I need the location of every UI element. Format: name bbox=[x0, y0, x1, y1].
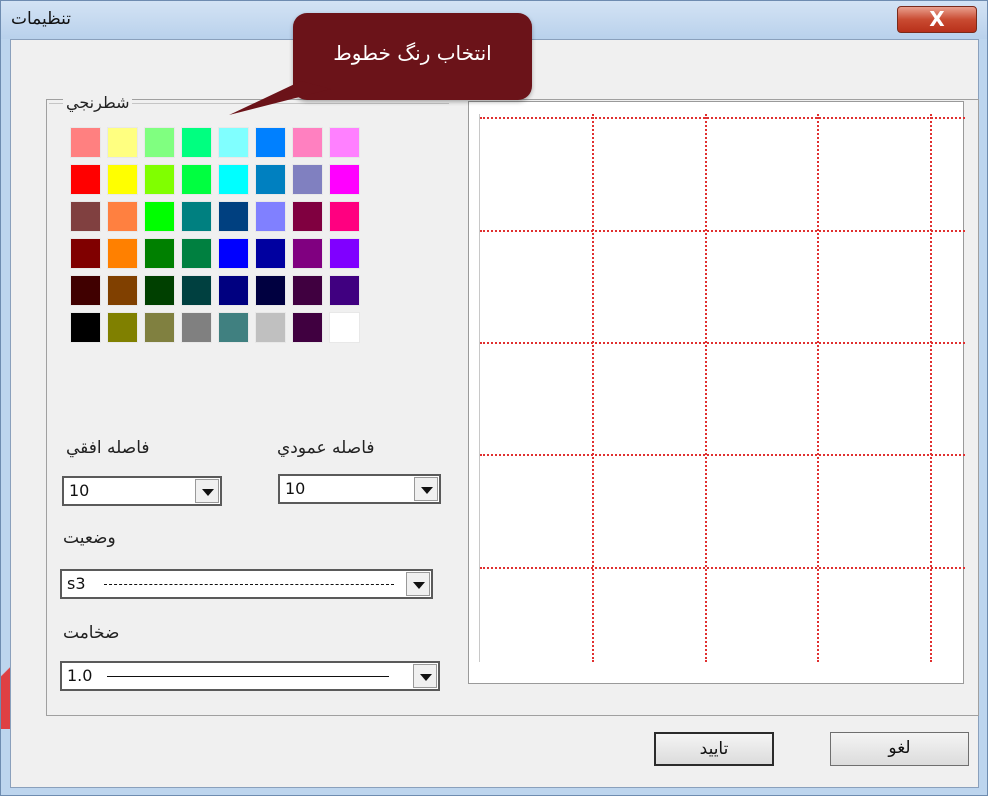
color-swatch[interactable] bbox=[218, 127, 249, 158]
settings-dialog: تنظیمات X شطرنجي فاصله افقي 10 فاصله عمو… bbox=[0, 0, 988, 796]
color-swatch[interactable] bbox=[292, 201, 323, 232]
color-swatch[interactable] bbox=[70, 127, 101, 158]
callout-text: انتخاب رنگ خطوط bbox=[333, 41, 492, 65]
thickness-label: ضخامت bbox=[63, 623, 120, 643]
color-swatch[interactable] bbox=[181, 201, 212, 232]
color-swatch[interactable] bbox=[218, 201, 249, 232]
grid-line-horizontal bbox=[480, 230, 965, 232]
callout-tooltip: انتخاب رنگ خطوط bbox=[293, 13, 532, 100]
color-swatch[interactable] bbox=[70, 275, 101, 306]
color-swatch[interactable] bbox=[292, 127, 323, 158]
close-button[interactable]: X bbox=[897, 6, 977, 33]
color-swatch[interactable] bbox=[70, 238, 101, 269]
color-swatch[interactable] bbox=[255, 275, 286, 306]
color-swatch[interactable] bbox=[107, 312, 138, 343]
horizontal-spacing-label: فاصله افقي bbox=[66, 438, 150, 458]
color-swatch[interactable] bbox=[144, 238, 175, 269]
vertical-spacing-select[interactable]: 10 bbox=[278, 474, 441, 504]
color-swatch[interactable] bbox=[218, 312, 249, 343]
color-swatch[interactable] bbox=[107, 275, 138, 306]
dashed-line-preview bbox=[104, 584, 394, 585]
chevron-down-icon bbox=[420, 674, 432, 681]
chevron-down-icon bbox=[413, 582, 425, 589]
color-swatch[interactable] bbox=[218, 275, 249, 306]
thickness-dropdown-button[interactable] bbox=[413, 664, 437, 688]
grid-line-vertical bbox=[817, 114, 819, 662]
color-swatch[interactable] bbox=[70, 201, 101, 232]
color-swatch[interactable] bbox=[144, 275, 175, 306]
horizontal-spacing-dropdown-button[interactable] bbox=[195, 479, 219, 503]
status-label: وضعيت bbox=[63, 528, 116, 548]
confirm-button[interactable]: تایید bbox=[654, 732, 774, 766]
color-swatch[interactable] bbox=[144, 312, 175, 343]
color-swatch[interactable] bbox=[329, 164, 360, 195]
color-swatch[interactable] bbox=[329, 127, 360, 158]
color-swatch[interactable] bbox=[107, 164, 138, 195]
grid-line-horizontal bbox=[480, 567, 965, 569]
grid-line-vertical bbox=[592, 114, 594, 662]
window-title: تنظیمات bbox=[11, 9, 71, 29]
color-swatch[interactable] bbox=[107, 238, 138, 269]
color-swatch[interactable] bbox=[181, 238, 212, 269]
status-select[interactable]: s3 bbox=[60, 569, 433, 599]
solid-line-preview bbox=[107, 676, 389, 677]
close-icon: X bbox=[929, 7, 945, 31]
color-swatch[interactable] bbox=[329, 201, 360, 232]
color-swatch[interactable] bbox=[181, 312, 212, 343]
color-swatch[interactable] bbox=[144, 201, 175, 232]
color-swatch[interactable] bbox=[255, 127, 286, 158]
color-swatch[interactable] bbox=[144, 127, 175, 158]
grid-line-horizontal bbox=[480, 342, 965, 344]
color-swatch[interactable] bbox=[181, 164, 212, 195]
vertical-spacing-dropdown-button[interactable] bbox=[414, 477, 438, 501]
horizontal-spacing-select[interactable]: 10 bbox=[62, 476, 222, 506]
grid-preview bbox=[479, 114, 965, 662]
color-swatch[interactable] bbox=[329, 312, 360, 343]
grid-line-vertical bbox=[705, 114, 707, 662]
color-swatch[interactable] bbox=[255, 164, 286, 195]
status-dropdown-button[interactable] bbox=[406, 572, 430, 596]
color-swatch[interactable] bbox=[107, 201, 138, 232]
grid-line-horizontal bbox=[480, 117, 965, 119]
vertical-spacing-value: 10 bbox=[285, 479, 306, 498]
color-group-label: شطرنجي bbox=[63, 93, 133, 112]
color-swatch[interactable] bbox=[292, 238, 323, 269]
chevron-down-icon bbox=[202, 489, 214, 496]
color-swatch[interactable] bbox=[255, 238, 286, 269]
status-value: s3 bbox=[67, 574, 86, 593]
color-swatch[interactable] bbox=[218, 164, 249, 195]
color-swatch[interactable] bbox=[292, 164, 323, 195]
color-swatch[interactable] bbox=[70, 312, 101, 343]
color-swatch[interactable] bbox=[329, 238, 360, 269]
chevron-down-icon bbox=[421, 487, 433, 494]
thickness-value: 1.0 bbox=[67, 666, 93, 685]
color-swatch[interactable] bbox=[181, 275, 212, 306]
grid-line-horizontal bbox=[480, 454, 965, 456]
color-swatch[interactable] bbox=[255, 312, 286, 343]
thickness-select[interactable]: 1.0 bbox=[60, 661, 440, 691]
color-swatch[interactable] bbox=[107, 127, 138, 158]
color-swatch[interactable] bbox=[70, 164, 101, 195]
color-swatch[interactable] bbox=[255, 201, 286, 232]
grid-line-vertical bbox=[930, 114, 932, 662]
color-swatch[interactable] bbox=[144, 164, 175, 195]
vertical-spacing-label: فاصله عمودي bbox=[277, 438, 375, 458]
cancel-button[interactable]: لغو bbox=[830, 732, 969, 766]
color-swatch[interactable] bbox=[218, 238, 249, 269]
color-swatch[interactable] bbox=[292, 275, 323, 306]
color-swatch[interactable] bbox=[329, 275, 360, 306]
horizontal-spacing-value: 10 bbox=[69, 481, 90, 500]
color-swatch[interactable] bbox=[181, 127, 212, 158]
color-swatch[interactable] bbox=[292, 312, 323, 343]
